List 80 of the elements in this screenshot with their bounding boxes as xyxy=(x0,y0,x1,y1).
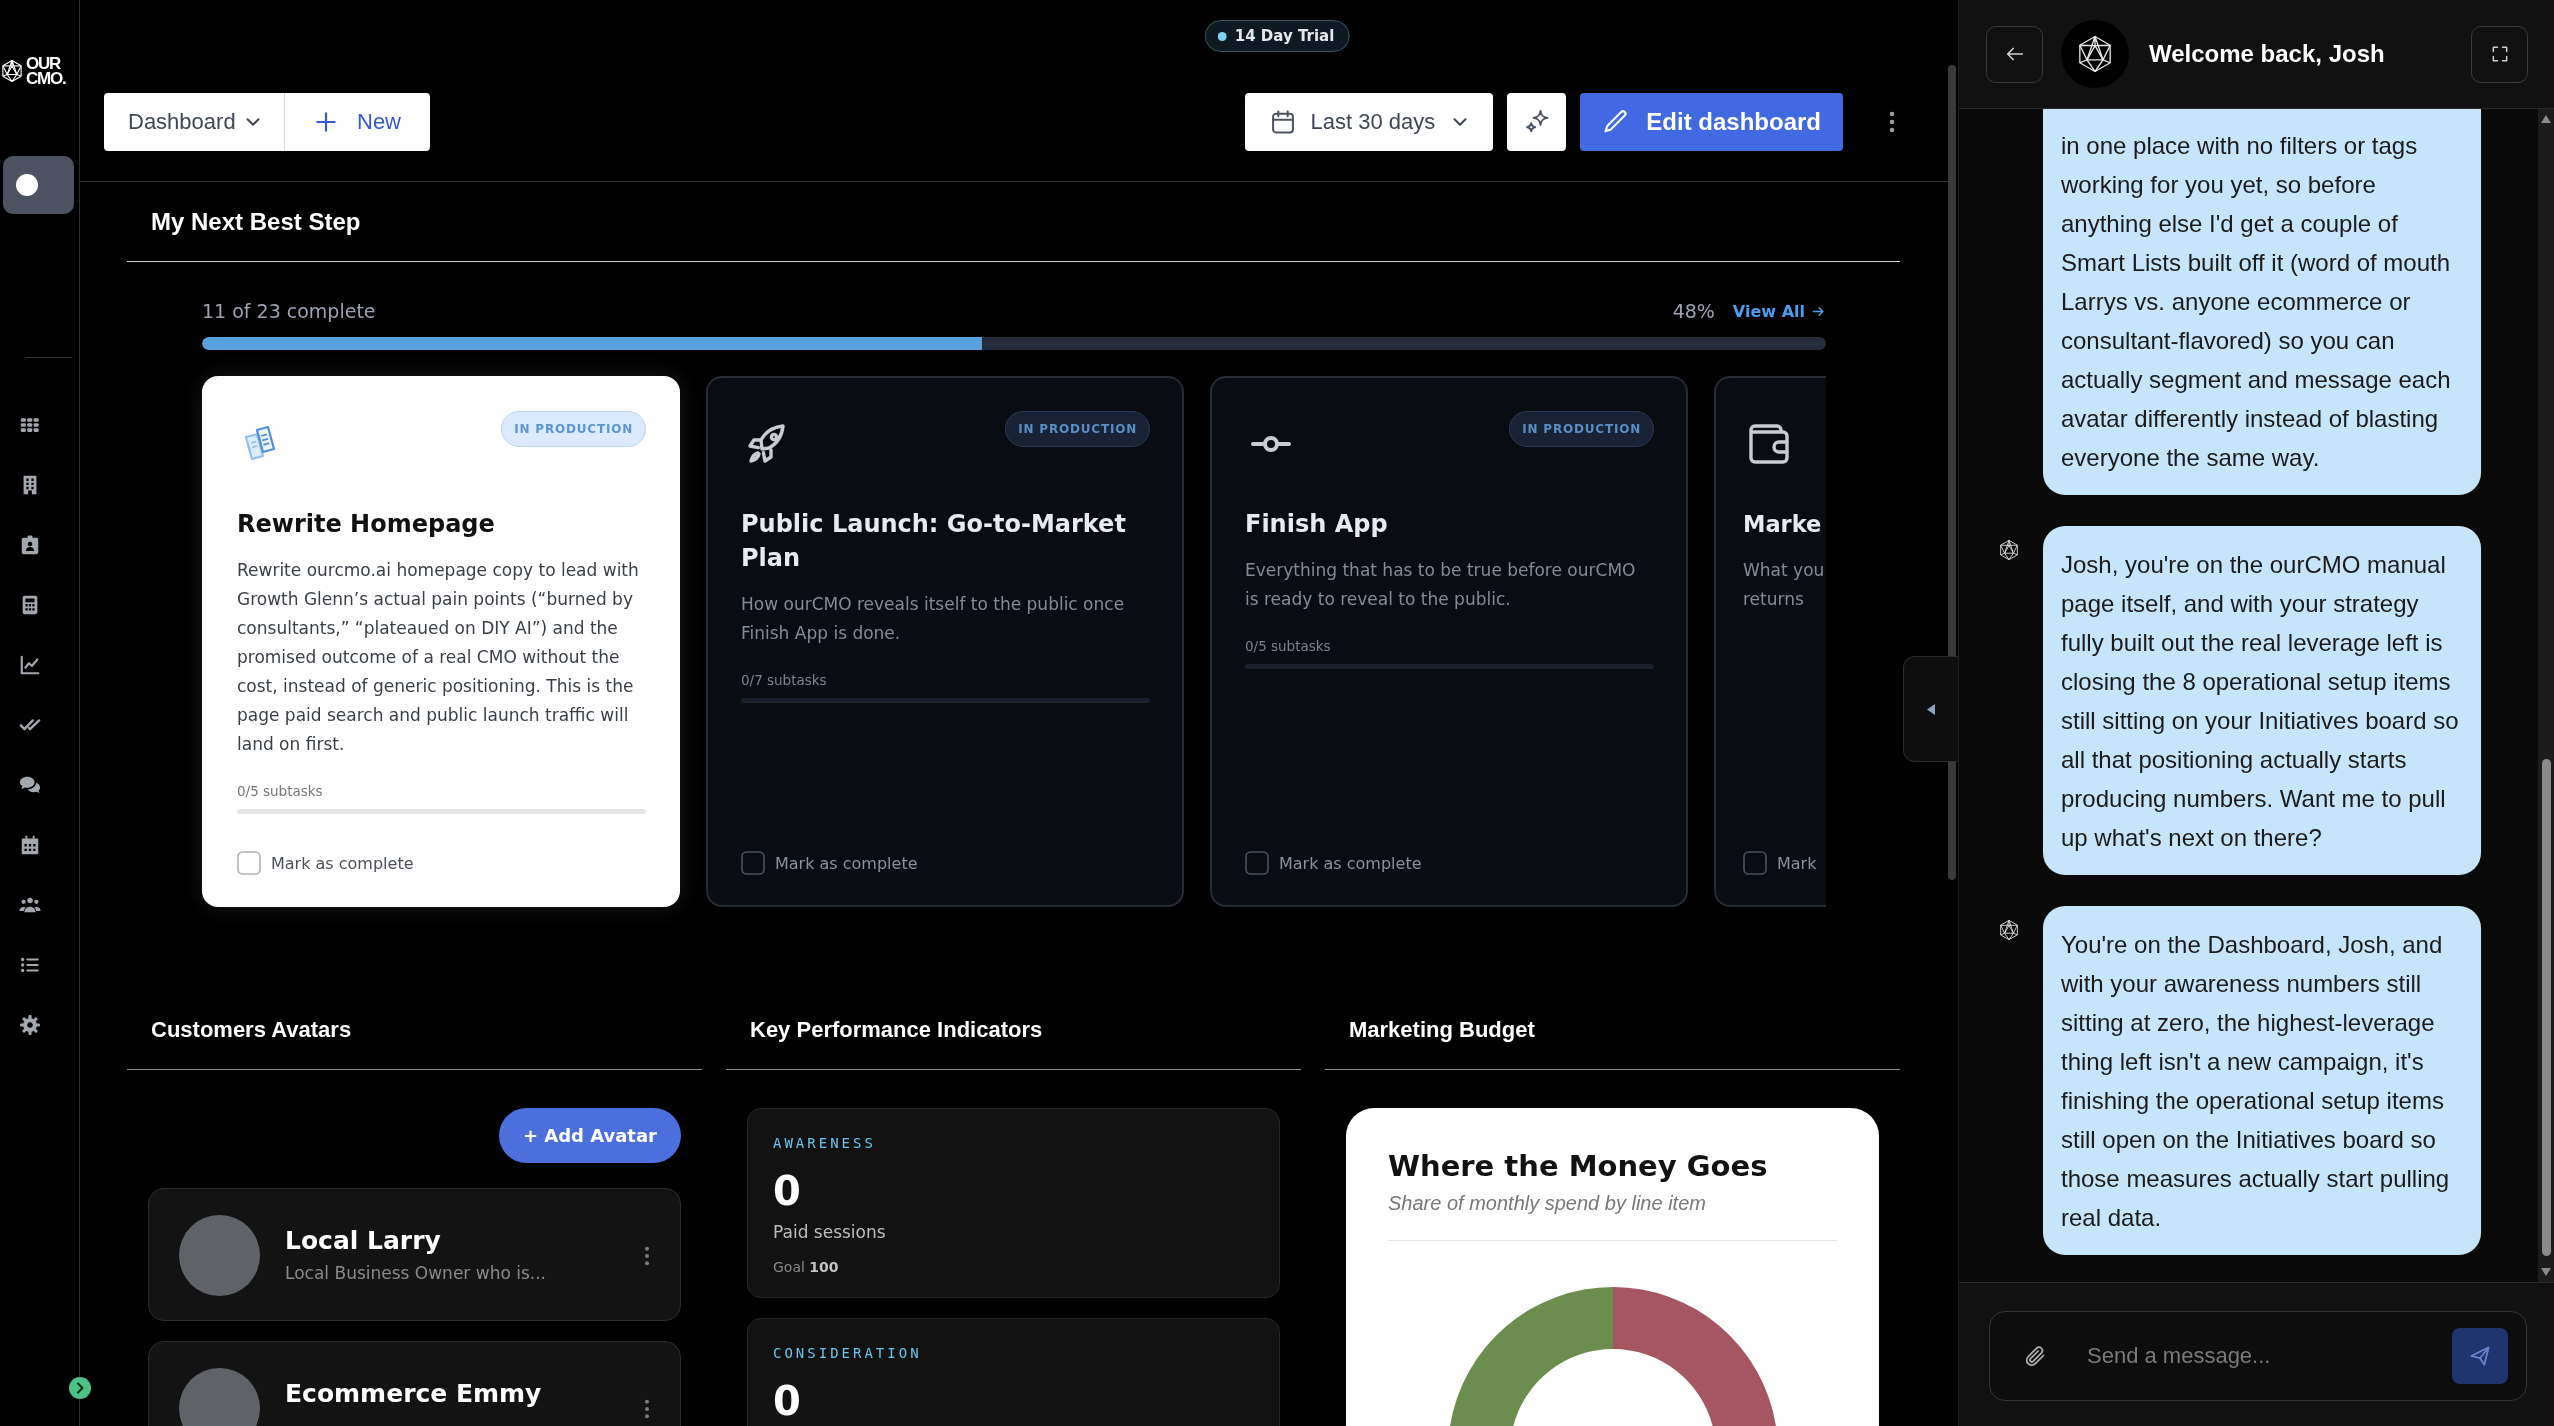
kpi-label: AWARENESS xyxy=(773,1134,876,1153)
kpi-value: 0 xyxy=(773,1169,801,1213)
trial-label: 14 Day Trial xyxy=(1234,27,1335,45)
line-chart-icon[interactable] xyxy=(19,654,41,676)
card-description: How ourCMO reveals itself to the public once Finish App is done. xyxy=(741,593,1126,645)
kebab-menu-icon[interactable] xyxy=(644,1245,650,1267)
avatar-card[interactable]: Ecommerce Emmy xyxy=(148,1341,681,1426)
card-description: What you returns xyxy=(1743,559,1826,611)
card-subtitle: Share of monthly spend by line item xyxy=(1388,1191,1707,1216)
checkbox-label: Mark as complete xyxy=(271,853,414,873)
initiative-card[interactable] xyxy=(202,376,680,907)
expand-sidebar-button[interactable] xyxy=(69,1377,91,1399)
checkbox-label: Mark xyxy=(1777,853,1817,873)
kpi-metric: Paid sessions xyxy=(773,1221,886,1244)
calendar-icon[interactable] xyxy=(19,834,41,856)
checkbox[interactable] xyxy=(237,851,261,875)
sparkle-button[interactable] xyxy=(1507,93,1567,151)
id-badge-icon[interactable] xyxy=(19,534,41,556)
kpi-value: 0 xyxy=(773,1379,801,1423)
checkbox[interactable] xyxy=(741,851,765,875)
fullscreen-button[interactable] xyxy=(2471,25,2528,83)
chat-bubbles-icon[interactable] xyxy=(19,774,41,796)
edit-dashboard-button[interactable]: Edit dashboard xyxy=(1580,93,1843,151)
initiative-card[interactable]: IN PRODUCTION Finish App Everything that has to be true before ourCMO is ready to reveal to the public. 0/5 subtasks Mark as complete xyxy=(1210,376,1688,907)
card-description: Everything that has to be true before ourCMO is ready to reveal to the public. xyxy=(1245,559,1637,611)
subtask-count: 0/5 subtasks xyxy=(237,782,324,801)
scrollbar-thumb[interactable] xyxy=(2541,759,2551,1256)
section-title: Customers Avatars xyxy=(151,1016,352,1043)
logo-icon xyxy=(0,59,24,83)
caret-left-icon xyxy=(1927,703,1935,715)
card-title: Rewrite Homepage xyxy=(237,509,496,540)
new-button[interactable]: New xyxy=(285,93,430,151)
card-title: Finish App xyxy=(1245,509,1389,540)
kpi-label: CONSIDERATION xyxy=(773,1344,922,1363)
caret-up-icon[interactable] xyxy=(2541,115,2551,123)
card-title: Where the Money Goes xyxy=(1388,1148,1769,1184)
checkbox-label: Mark as complete xyxy=(1279,853,1422,873)
progress-percent: 48% xyxy=(1672,300,1715,322)
settings-icon[interactable] xyxy=(19,1014,41,1036)
progress-summary: 11 of 23 complete xyxy=(202,300,376,322)
avatar-name: Ecommerce Emmy xyxy=(285,1378,542,1410)
initiative-card[interactable]: Marke What you returns Mark xyxy=(1714,376,1826,907)
kebab-menu-icon[interactable] xyxy=(644,1398,650,1420)
date-range-dropdown[interactable]: Last 30 days xyxy=(1244,93,1494,151)
chat-message: You're on the Dashboard, Josh, and with your awareness numbers still sitting at zero, the highest-leverage thing left isn't a new campaign, it's finishing the operational setup items still open on the Initiatives board so those measures actually start pulling real data. xyxy=(2043,906,2481,1255)
logo-text: OUR CMO. xyxy=(26,56,66,86)
initiative-card[interactable]: IN PRODUCTION Public Launch: Go-to-Market Plan How ourCMO reveals itself to the public once Finish App is done. 0/7 subtasks Mark as complete xyxy=(706,376,1184,907)
card-title: Public Launch: Go-to-Market Plan xyxy=(741,509,1127,574)
checkbox[interactable] xyxy=(1743,851,1767,875)
caret-down-icon[interactable] xyxy=(2541,1268,2551,1276)
section-title: My Next Best Step xyxy=(151,207,361,236)
checkbox-label: Mark as complete xyxy=(775,853,918,873)
avatar-name: Local Larry xyxy=(285,1225,442,1257)
kebab-icon xyxy=(1889,110,1895,134)
chat-message: in one place with no filters or tags working for you yet, so before anything else I'd get a couple of Smart Lists built off it (word of mouth Larrys vs. anyone ecommerce or consultant-flavored) so you can actually segment and message each avatar differently instead of blasting everyone the same way. xyxy=(2043,109,2481,495)
toggle-switch[interactable] xyxy=(3,156,74,214)
status-badge: IN PRODUCTION xyxy=(501,411,646,447)
avatar-card[interactable]: Local Larry Local Business Owner who is... xyxy=(148,1188,681,1321)
kpi-goal: Goal 100 xyxy=(773,1258,839,1277)
dashboard-dropdown[interactable]: Dashboard xyxy=(104,93,285,151)
status-dot-icon xyxy=(1217,31,1227,41)
toggle-knob xyxy=(16,174,38,196)
status-badge: IN PRODUCTION xyxy=(1509,411,1654,447)
subtask-count: 0/7 subtasks xyxy=(741,671,828,690)
section-title: Marketing Budget xyxy=(1349,1016,1535,1043)
subtask-count: 0/5 subtasks xyxy=(1245,637,1332,656)
card-title: Marke xyxy=(1743,510,1823,539)
section-title: Key Performance Indicators xyxy=(750,1016,1043,1043)
card-description: Rewrite ourcmo.ai homepage copy to lead with Growth Glenn’s actual pain points (“burned by consultants,” “plateaued on DIY AI”) and the promised outcome of a real CMO without the cost, instead of generic positioning. This is the page paid search and public launch traffic will land on first. xyxy=(237,559,640,756)
avatar-description: Local Business Owner who is... xyxy=(285,1262,547,1285)
message-input[interactable]: Send a message... xyxy=(2087,1337,2452,1375)
view-all-link[interactable]: View All xyxy=(1732,301,1826,321)
add-avatar-button[interactable]: + Add Avatar xyxy=(498,1108,681,1163)
message-box[interactable]: Send a message... xyxy=(1989,1311,2527,1401)
status-badge: IN PRODUCTION xyxy=(1005,411,1150,447)
checkbox[interactable] xyxy=(1245,851,1269,875)
plus-icon xyxy=(313,109,339,135)
paperclip-icon[interactable] xyxy=(2023,1344,2047,1368)
chat-title: Welcome back, Josh xyxy=(2149,40,2385,68)
chat-message: Josh, you're on the ourCMO manual page itself, and with your strategy fully built out the real leverage left is closing the 8 operational setup items still sitting on your Initiatives board so all that positioning actually starts producing numbers. Want me to pull up what's next on there? xyxy=(2043,526,2481,875)
